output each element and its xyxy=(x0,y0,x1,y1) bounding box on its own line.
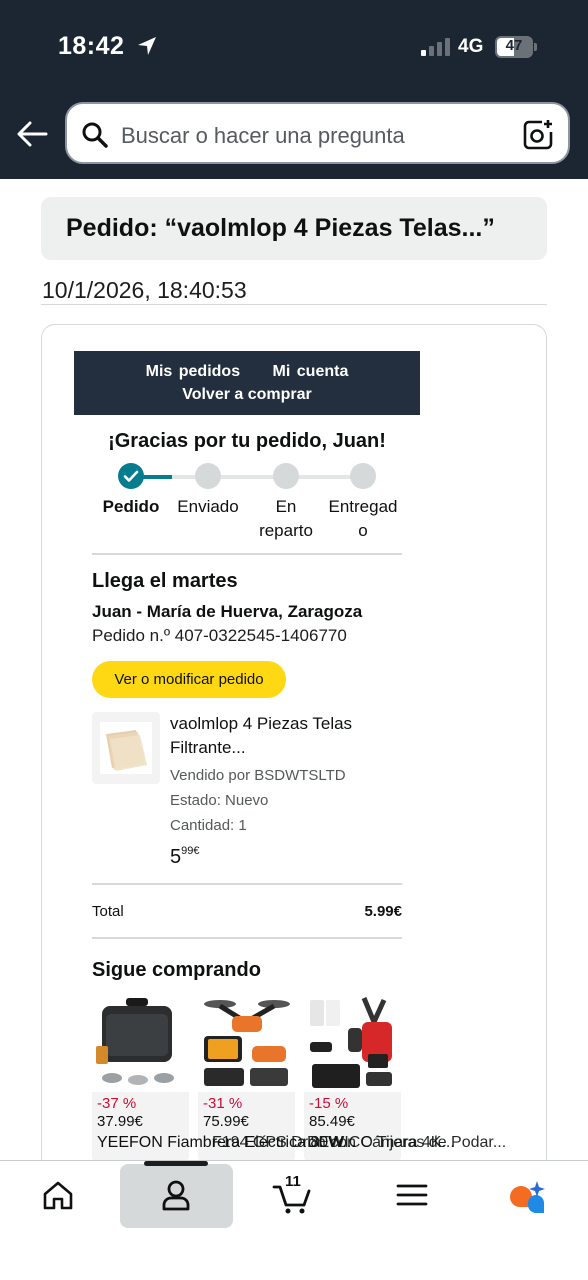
rec-discount: -31 % xyxy=(203,1095,243,1112)
filter-cloth-image xyxy=(100,722,152,774)
product-title[interactable]: vaolmlop 4 Piezas Telas Filtrante... xyxy=(170,712,400,760)
divider xyxy=(92,937,402,939)
order-title-box: Pedido: “vaolmlop 4 Piezas Telas...” xyxy=(41,197,547,260)
step-label-enviado: Enviado xyxy=(177,497,239,516)
total-label: Total xyxy=(92,903,124,920)
home-icon[interactable] xyxy=(38,1175,78,1215)
tab-active-indicator xyxy=(144,1161,208,1166)
email-nav-bar: Mis pedidos Mi cuenta Volver a comprar xyxy=(74,351,420,415)
lunchbox-image xyxy=(92,992,189,1092)
divider xyxy=(92,883,402,885)
arrival-heading: Llega el martes xyxy=(92,570,238,592)
order-number: Pedido n.º 407-0322545-1406770 xyxy=(92,626,347,645)
rec-price: 37.99€ xyxy=(97,1113,143,1130)
bottom-tab-bar: 11 xyxy=(0,1160,588,1280)
status-time: 18:42 xyxy=(58,32,125,60)
menu-icon[interactable] xyxy=(392,1175,432,1215)
rec-discount: -15 % xyxy=(309,1095,349,1112)
rec-price: 85.49€ xyxy=(309,1113,355,1130)
nav-my-orders-link[interactable]: Mis pedidos xyxy=(146,363,240,380)
step-dot-enviado xyxy=(195,463,221,489)
nav-my-account-link[interactable]: Mi cuenta xyxy=(273,363,349,380)
battery-level: 47 xyxy=(505,37,523,54)
rec-price: 75.99€ xyxy=(203,1113,249,1130)
rufus-assistant-icon[interactable] xyxy=(506,1175,546,1215)
camera-search-icon[interactable] xyxy=(522,119,554,151)
drone-image xyxy=(198,992,295,1092)
cart-count-badge: 11 xyxy=(285,1173,301,1190)
divider xyxy=(92,553,402,555)
nav-buy-again-link[interactable]: Volver a comprar xyxy=(74,386,420,404)
step-label-entregado: Entregad o xyxy=(328,497,398,540)
check-icon xyxy=(123,470,139,482)
product-price: 599€ xyxy=(170,845,200,868)
search-icon xyxy=(82,122,108,148)
delivery-address: Juan - María de Huerva, Zaragoza xyxy=(92,602,363,621)
step-dot-pedido xyxy=(118,463,144,489)
account-icon[interactable] xyxy=(156,1175,196,1215)
search-bar[interactable]: Buscar o hacer una pregunta xyxy=(65,102,570,164)
network-type: 4G xyxy=(458,36,484,57)
order-email-card: Mis pedidos Mi cuenta Volver a comprar ¡… xyxy=(41,324,547,1224)
keep-shopping-heading: Sigue comprando xyxy=(92,959,261,981)
step-dot-en-reparto xyxy=(273,463,299,489)
rec-discount: -37 % xyxy=(97,1095,137,1112)
pruning-shears-image xyxy=(304,992,401,1092)
thanks-heading: ¡Gracias por tu pedido, Juan! xyxy=(108,430,386,452)
location-arrow-icon xyxy=(138,37,156,55)
product-thumbnail[interactable] xyxy=(92,712,160,784)
step-dot-entregado xyxy=(350,463,376,489)
signal-icon xyxy=(421,38,450,56)
divider xyxy=(41,304,547,305)
order-title: Pedido: “vaolmlop 4 Piezas Telas...” xyxy=(66,214,495,242)
battery-icon: 47 xyxy=(495,36,537,58)
product-quantity: Cantidad: 1 xyxy=(170,817,247,834)
total-value: 5.99€ xyxy=(364,903,402,920)
view-modify-order-button[interactable]: Ver o modificar pedido xyxy=(92,661,286,698)
app-header: 18:42 4G 47 Buscar o hacer una pregunta xyxy=(0,0,588,179)
product-condition: Estado: Nuevo xyxy=(170,792,269,809)
rec-title[interactable]: DEWICO Tijeras de Podar... xyxy=(307,1134,506,1152)
back-arrow-icon[interactable] xyxy=(14,116,50,152)
product-seller: Vendido por BSDWTSLTD xyxy=(170,767,346,784)
order-datetime: 10/1/2026, 18:40:53 xyxy=(42,277,247,303)
search-input[interactable]: Buscar o hacer una pregunta xyxy=(121,123,405,149)
